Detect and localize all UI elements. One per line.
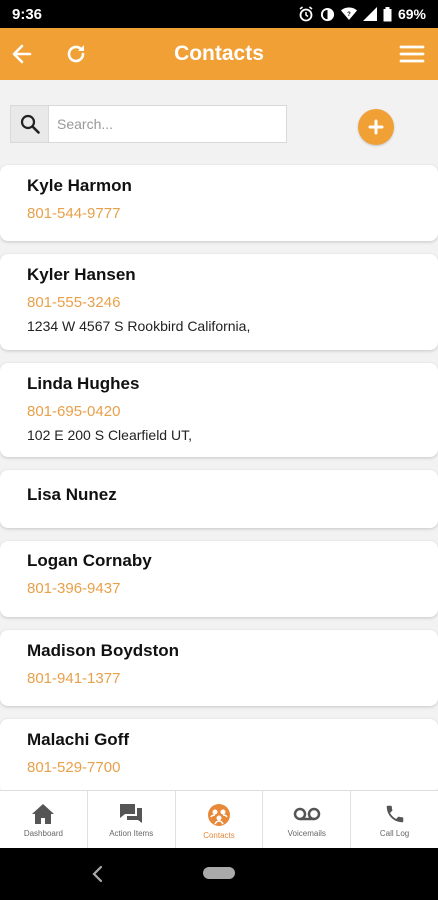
contact-name: Malachi Goff <box>27 730 130 749</box>
svg-text:?: ? <box>347 12 351 18</box>
nav-label: Contacts <box>203 831 235 840</box>
signal-icon <box>362 7 377 21</box>
plus-icon <box>368 119 384 135</box>
nav-label: Dashboard <box>23 829 63 838</box>
status-time: 9:36 <box>12 5 43 23</box>
contact-phone[interactable]: 801-396-9437 <box>27 580 120 597</box>
search-row <box>0 80 438 165</box>
hamburger-menu-icon <box>399 45 425 63</box>
contact-phone[interactable]: 801-555-3246 <box>27 294 120 311</box>
chat-icon <box>120 804 143 823</box>
nav-item-call-log[interactable]: Call Log <box>351 791 438 848</box>
data-saver-icon <box>320 7 335 21</box>
nav-item-contacts[interactable]: Contacts <box>176 791 264 848</box>
search-input[interactable] <box>49 106 286 142</box>
contact-card[interactable]: Logan Cornaby 801-396-9437 <box>0 541 438 617</box>
nav-item-dashboard[interactable]: Dashboard <box>0 791 88 848</box>
search-button[interactable] <box>11 106 49 142</box>
refresh-icon <box>67 45 85 63</box>
bottom-nav: Dashboard Action Items Contacts Voicemai… <box>0 790 438 848</box>
contact-name: Linda Hughes <box>27 374 140 393</box>
voicemail-icon <box>293 807 321 821</box>
contact-card[interactable]: Madison Boydston 801-941-1377 <box>0 630 438 706</box>
wifi-icon: ? <box>340 7 357 20</box>
nav-label: Voicemails <box>287 829 326 838</box>
battery-icon <box>383 6 392 21</box>
contact-card[interactable]: Malachi Goff 801-529-7700 <box>0 719 438 795</box>
nav-item-action-items[interactable]: Action Items <box>88 791 176 848</box>
nav-label: Action Items <box>109 829 154 838</box>
contact-name: Madison Boydston <box>27 641 180 660</box>
contact-card[interactable]: Kyler Hansen 801-555-3246 1234 W 4567 S … <box>0 254 438 350</box>
status-bar: 9:36 ? 69% <box>0 0 438 28</box>
alarm-icon <box>299 6 313 22</box>
menu-button[interactable] <box>392 34 432 74</box>
phone-icon <box>386 805 403 823</box>
contact-name: Kyler Hansen <box>27 265 136 284</box>
contact-name: Lisa Nunez <box>27 485 117 504</box>
system-back-icon[interactable] <box>90 865 104 883</box>
contact-name: Logan Cornaby <box>27 551 152 570</box>
status-icons: ? 69% <box>298 6 426 22</box>
app-bar: Contacts <box>0 28 438 80</box>
nav-label: Call Log <box>379 829 410 838</box>
search-box <box>10 105 287 143</box>
system-home-pill[interactable] <box>203 867 235 879</box>
contact-phone[interactable]: 801-544-9777 <box>27 205 120 222</box>
contacts-icon <box>207 804 230 826</box>
system-nav-bar <box>0 848 438 900</box>
contact-phone[interactable]: 801-941-1377 <box>27 670 120 687</box>
search-icon <box>20 114 40 134</box>
contact-card[interactable]: Lisa Nunez <box>0 470 438 528</box>
refresh-button[interactable] <box>56 34 96 74</box>
contact-phone[interactable]: 801-695-0420 <box>27 403 120 420</box>
contact-name: Kyle Harmon <box>27 176 132 195</box>
arrow-left-icon <box>12 44 32 64</box>
contact-phone[interactable]: 801-529-7700 <box>27 759 120 776</box>
contact-address: 1234 W 4567 S Rookbird California, <box>27 318 251 334</box>
contact-card[interactable]: Kyle Harmon 801-544-9777 <box>0 165 438 241</box>
contact-address: 102 E 200 S Clearfield UT, <box>27 427 192 443</box>
add-contact-button[interactable] <box>358 109 394 145</box>
back-button[interactable] <box>2 34 42 74</box>
contact-card[interactable]: Linda Hughes 801-695-0420 102 E 200 S Cl… <box>0 363 438 457</box>
nav-item-voicemails[interactable]: Voicemails <box>263 791 352 848</box>
home-icon <box>32 804 55 824</box>
battery-percent: 69% <box>397 6 426 22</box>
